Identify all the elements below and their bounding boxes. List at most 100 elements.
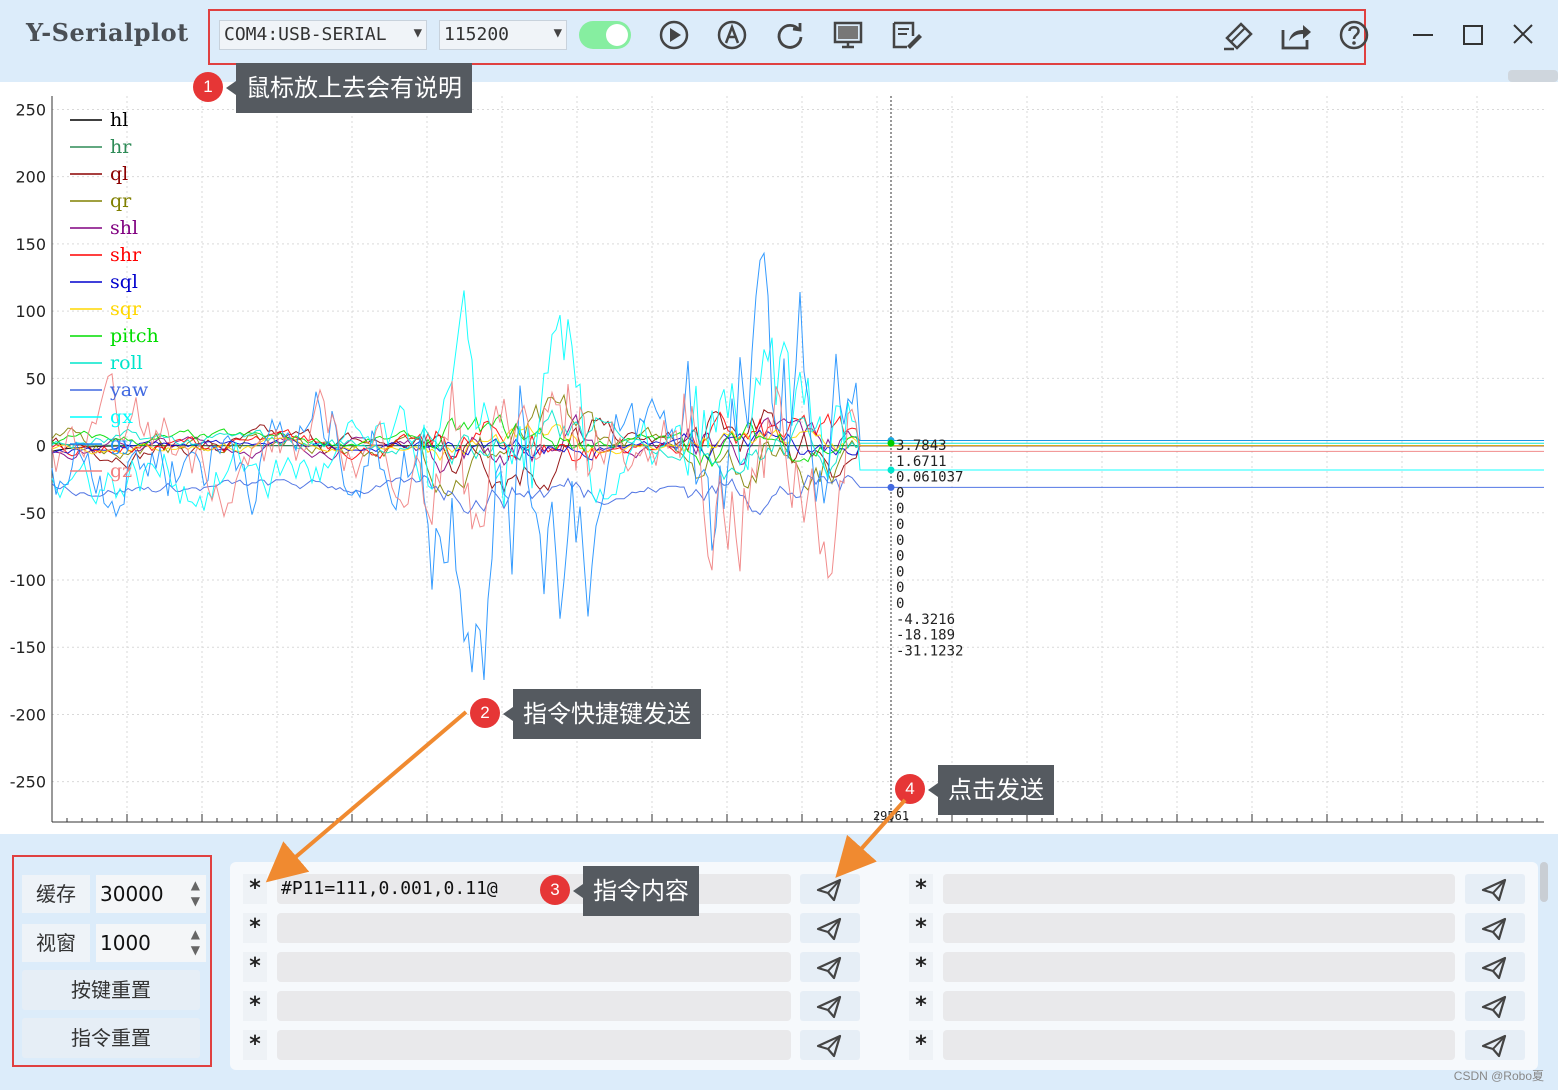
send-paper-plane-icon xyxy=(1465,878,1525,908)
command-input[interactable] xyxy=(277,1030,791,1060)
command-input[interactable] xyxy=(943,1030,1455,1060)
command-input[interactable]: #P11=111,0.001,0.11@ xyxy=(277,874,791,904)
series-line-yaw xyxy=(51,474,1544,516)
legend-entry: hr xyxy=(110,136,132,158)
command-input[interactable] xyxy=(943,952,1455,982)
callout-4-badge: 4 xyxy=(895,774,925,804)
send-paper-plane-icon xyxy=(800,1034,860,1064)
minimize-icon[interactable] xyxy=(1406,20,1440,50)
send-paper-plane-icon xyxy=(800,956,860,986)
play-icon[interactable] xyxy=(657,18,691,52)
cursor-value-label: 3.7843 xyxy=(896,438,947,454)
window-spinbox[interactable]: 1000 ▲ ▼ xyxy=(96,924,206,962)
cursor-value-label: 0 xyxy=(896,517,904,533)
monitor-icon[interactable] xyxy=(831,18,865,52)
cursor-marker xyxy=(887,483,895,491)
connect-toggle[interactable] xyxy=(579,21,631,49)
legend-entry: yaw xyxy=(109,379,149,401)
y-tick-label: -100 xyxy=(10,571,46,590)
command-star-label: * xyxy=(909,1030,933,1060)
legend-entry: roll xyxy=(110,352,143,374)
legend-entry: sqr xyxy=(110,298,142,320)
command-input[interactable] xyxy=(277,991,791,1021)
command-star-label: * xyxy=(909,952,933,982)
send-button[interactable] xyxy=(1465,874,1525,904)
chevron-down-icon: ▼ xyxy=(553,25,562,41)
window-label: 视窗 xyxy=(22,924,90,962)
command-star-label: * xyxy=(243,874,267,904)
send-button[interactable] xyxy=(800,952,860,982)
y-tick-label: -150 xyxy=(10,638,46,657)
cursor-value-label: 0 xyxy=(896,564,904,580)
send-button[interactable] xyxy=(1465,991,1525,1021)
command-input[interactable] xyxy=(943,991,1455,1021)
spin-arrows-icon[interactable]: ▲ ▼ xyxy=(191,926,200,958)
callout-pointer xyxy=(226,81,236,95)
command-star-label: * xyxy=(243,952,267,982)
watermark: CSDN @Robo夏 xyxy=(1453,1069,1544,1083)
auto-a-icon[interactable] xyxy=(715,18,749,52)
callout-1: 鼠标放上去会有说明 xyxy=(226,63,472,113)
vertical-scrollbar[interactable] xyxy=(1538,862,1550,1062)
send-paper-plane-icon xyxy=(1465,995,1525,1025)
cursor-value-label: -18.189 xyxy=(896,628,955,644)
send-button[interactable] xyxy=(1465,1030,1525,1060)
command-input[interactable] xyxy=(943,874,1455,904)
cursor-marker xyxy=(887,466,895,474)
window-value: 1000 xyxy=(100,931,151,955)
baud-select[interactable]: 115200 ▼ xyxy=(439,20,567,50)
clear-brush-icon[interactable] xyxy=(1221,18,1255,52)
legend-entry: gx xyxy=(110,406,133,428)
key-reset-button[interactable]: 按键重置 xyxy=(22,970,200,1010)
y-tick-label: -200 xyxy=(10,705,46,724)
port-select[interactable]: COM4:USB-SERIAL ▼ xyxy=(219,20,427,50)
legend-entry: shr xyxy=(110,244,142,266)
cmd-reset-button[interactable]: 指令重置 xyxy=(22,1018,200,1058)
cursor-value-label: 0 xyxy=(896,549,904,565)
app-title: Y-Serialplot xyxy=(26,18,189,47)
send-button[interactable] xyxy=(800,874,860,904)
share-export-icon[interactable] xyxy=(1279,18,1313,52)
refresh-icon[interactable] xyxy=(773,18,807,52)
command-star-label: * xyxy=(243,913,267,943)
cursor-value-label: 0 xyxy=(896,533,904,549)
y-tick-label: 250 xyxy=(15,100,46,119)
horizontal-scrollbar[interactable] xyxy=(1508,70,1558,82)
cursor-value-label: 0 xyxy=(896,580,904,596)
legend-entry: shl xyxy=(110,217,138,239)
plot-area[interactable]: 250 200 150 100 50 0 -50 -100 -150 -200 -250 hl hr ql… xyxy=(0,82,1558,834)
callout-3: 指令内容 xyxy=(573,866,699,916)
send-button[interactable] xyxy=(1465,952,1525,982)
y-tick-label: 0 xyxy=(36,437,46,456)
cursor-value-label: 0 xyxy=(896,485,904,501)
cursor-value-label: 0 xyxy=(896,501,904,517)
y-tick-label: -50 xyxy=(20,504,46,523)
callout-4-text: 点击发送 xyxy=(948,776,1044,804)
callout-2-badge: 2 xyxy=(470,698,500,728)
y-tick-label: 150 xyxy=(15,235,46,254)
send-button[interactable] xyxy=(800,1030,860,1060)
legend-entry: gz xyxy=(110,460,132,482)
close-icon[interactable] xyxy=(1506,20,1540,50)
toggle-knob xyxy=(606,24,628,46)
callout-1-text: 鼠标放上去会有说明 xyxy=(246,74,462,102)
script-edit-icon[interactable] xyxy=(889,18,923,52)
send-paper-plane-icon xyxy=(1465,1034,1525,1064)
cursor-value-label: 0 xyxy=(896,596,904,612)
command-input[interactable] xyxy=(943,913,1455,943)
send-paper-plane-icon xyxy=(800,878,860,908)
series-line-gz xyxy=(51,373,1544,580)
buffer-spinbox[interactable]: 30000 ▲ ▼ xyxy=(96,875,206,913)
legend-entry: sql xyxy=(110,271,138,293)
line-chart[interactable]: 250200150100500-50-100-150-200-250hlhrql… xyxy=(0,82,1558,834)
send-button[interactable] xyxy=(800,913,860,943)
send-button[interactable] xyxy=(1465,913,1525,943)
spin-arrows-icon[interactable]: ▲ ▼ xyxy=(191,877,200,909)
send-button[interactable] xyxy=(800,991,860,1021)
legend-entry: hl xyxy=(110,109,128,131)
command-input[interactable] xyxy=(277,952,791,982)
help-icon[interactable] xyxy=(1337,18,1371,52)
legend-entry: pitch xyxy=(110,325,159,347)
maximize-icon[interactable] xyxy=(1456,20,1490,50)
command-input[interactable] xyxy=(277,913,791,943)
